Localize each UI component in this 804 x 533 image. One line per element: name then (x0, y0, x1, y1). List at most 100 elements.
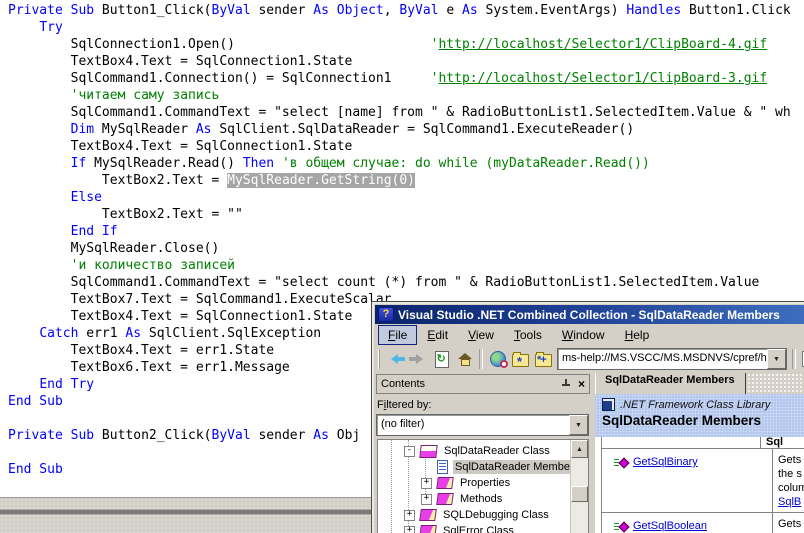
web-search-button[interactable] (486, 348, 509, 370)
code-text: SqlCommand1.CommandText = "select [name]… (8, 105, 791, 120)
code-text: SqlClient.SqlException (141, 326, 322, 341)
forward-arrow-button[interactable] (407, 348, 430, 370)
code-keyword: Private (8, 3, 63, 18)
code-keyword: If (70, 156, 87, 171)
method-icon (614, 457, 631, 469)
code-text: TextBox4.Text = SqlConnection1.State (8, 309, 353, 324)
menu-item-tools[interactable]: Tools (504, 325, 552, 345)
tree-item-methods[interactable]: + Methods (378, 491, 588, 507)
new-window-button[interactable] (799, 348, 804, 370)
tree-expand-icon[interactable]: + (404, 509, 415, 521)
code-keyword: Catch (39, 326, 79, 341)
table-row: GetSqlBinary Gets the s colum SqlB (602, 449, 804, 513)
member-link-getsqlboolean[interactable]: GetSqlBoolean (633, 520, 707, 532)
method-icon (614, 521, 631, 533)
document-tab-bar: SqlDataReader Members (595, 373, 804, 394)
code-line: TextBox4.Text = SqlConnection1.State (8, 138, 804, 155)
menu-item-help[interactable]: Help (615, 325, 660, 345)
tab-sqldatareader-members[interactable]: SqlDataReader Members (595, 373, 746, 394)
code-line: End If (8, 223, 804, 240)
code-text: Button2_Click( (94, 428, 212, 443)
code-line: Else (8, 189, 804, 206)
tree-item-sqlerror-class[interactable]: + SqlError Class (378, 523, 588, 533)
code-text: Button1.Click (681, 3, 791, 18)
code-keyword: Sub (70, 3, 95, 18)
favorites-folder-icon (535, 352, 552, 367)
code-keyword: As (313, 428, 329, 443)
member-desc-cell: Getsthe s (773, 513, 802, 533)
code-line: Private Sub Button1_Click(ByVal sender A… (8, 2, 804, 19)
toolbar-gripper[interactable] (378, 349, 380, 369)
code-text: err1 (78, 326, 126, 341)
code-text: MySqlReader (94, 122, 196, 137)
code-comment-link: http://localhost/Selector1/ClipBoard-4.g… (438, 37, 768, 52)
tree-expand-icon[interactable]: + (404, 525, 415, 533)
code-keyword: End Try (39, 377, 95, 392)
code-text: SqlConnection1.Open() (8, 37, 431, 52)
scrollbar-thumb[interactable] (571, 486, 588, 502)
web-search-icon (489, 351, 508, 368)
toolbar-separator (479, 349, 483, 369)
tree-collapse-icon[interactable]: - (404, 445, 415, 457)
filter-combobox[interactable]: (no filter) ▼ (376, 414, 589, 436)
code-keyword: Sub (70, 428, 95, 443)
tree-item-sqldatareader-membe[interactable]: SqlDataReader Membe (378, 459, 588, 475)
url-value[interactable]: ms-help://MS.VSCC/MS.MSDNVS/cpref/htm (558, 349, 767, 369)
tree-item-sqldatareader-class[interactable]: - SqlDataReader Class (378, 443, 588, 459)
back-arrow-button[interactable] (384, 348, 407, 370)
code-keyword: Then (242, 156, 275, 171)
document-header: .NET Framework Class Library SqlDataRead… (595, 394, 804, 437)
code-text: TextBox4.Text = SqlConnection1.State (8, 139, 353, 154)
close-icon[interactable]: × (578, 378, 585, 390)
menu-item-edit[interactable]: Edit (417, 325, 458, 345)
code-line: TextBox2.Text = MySqlReader.GetString(0) (8, 172, 804, 189)
index-folder-button[interactable] (509, 348, 532, 370)
tree-expand-icon[interactable]: + (421, 493, 432, 505)
member-name-cell: GetSqlBinary (602, 449, 773, 512)
refresh-button[interactable] (430, 348, 453, 370)
tree-scrollbar[interactable]: ▲ (570, 440, 588, 533)
code-keyword: Object (336, 3, 384, 18)
tree-item-label: SQLDebugging Class (443, 509, 549, 521)
help-window-titlebar[interactable]: ? Visual Studio .NET Combined Collection… (375, 305, 804, 324)
scroll-up-button[interactable]: ▲ (571, 440, 588, 458)
code-keyword: As (195, 122, 212, 137)
filter-label: Filtered by: (377, 399, 432, 411)
menu-item-window[interactable]: Window (552, 325, 615, 345)
filter-dropdown-button[interactable]: ▼ (569, 415, 588, 435)
tree-expand-icon[interactable]: + (421, 477, 432, 489)
table-row-partial: Sql (602, 437, 804, 449)
code-comment-link: http://localhost/Selector1/ClipBoard-3.g… (438, 71, 768, 86)
code-keyword: End Sub (8, 394, 63, 409)
url-dropdown-button[interactable]: ▼ (767, 349, 786, 369)
home-button[interactable] (453, 348, 476, 370)
member-desc-text: Gets (778, 454, 802, 466)
menu-item-file[interactable]: File (378, 324, 418, 345)
url-combobox[interactable]: ms-help://MS.VSCC/MS.MSDNVS/cpref/htm ▼ (557, 348, 787, 370)
document-pane: SqlDataReader Members .NET Framework Cla… (595, 373, 804, 533)
member-desc-link[interactable]: SqlB (778, 495, 804, 509)
tree-item-sqldebugging-class[interactable]: + SQLDebugging Class (378, 507, 588, 523)
member-link-getsqlbinary[interactable]: GetSqlBinary (633, 456, 698, 468)
code-text: TextBox6.Text = err1.Message (8, 360, 290, 375)
favorites-folder-button[interactable] (532, 348, 555, 370)
filter-value[interactable]: (no filter) (377, 415, 569, 435)
code-line: MySqlReader.Close() (8, 240, 804, 257)
menu-item-view[interactable]: View (458, 325, 504, 345)
code-keyword: ByVal (211, 428, 251, 443)
code-text: SqlCommand1.Connection() = SqlConnection… (8, 71, 431, 86)
code-text: TextBox2.Text = "" (8, 207, 243, 222)
code-keyword: As (125, 326, 142, 341)
code-comment: 'читаем саму запись (70, 88, 220, 103)
code-keyword: Dim (70, 122, 95, 137)
pin-icon[interactable] (560, 378, 571, 390)
tree-item-properties[interactable]: + Properties (378, 475, 588, 491)
code-text: sender (250, 428, 314, 443)
code-keyword: As (462, 3, 478, 18)
help-window: ? Visual Studio .NET Combined Collection… (371, 301, 804, 533)
help-question-icon[interactable]: ? (378, 307, 394, 322)
contents-tree: - SqlDataReader Class SqlDataReader Membe +… (378, 443, 588, 533)
